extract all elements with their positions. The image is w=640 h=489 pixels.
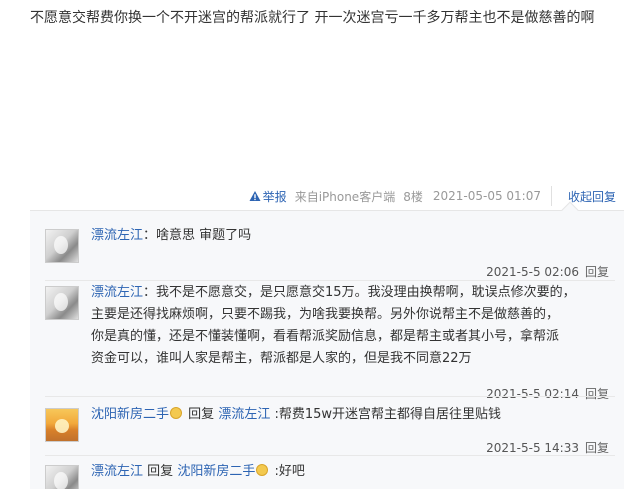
reply-item: 沈阳新房二手 回复 漂流左江 :帮费15w开迷宫帮主都得自居往里贴钱 2021-…: [45, 404, 615, 462]
reply-content: 漂流左江：我不是不愿意交，是只愿意交15万。我没理由换帮啊，耽误点修次要的， 主…: [91, 282, 611, 370]
avatar[interactable]: [45, 286, 79, 320]
reply-text-line: 我不是不愿意交，是只愿意交15万。我没理由换帮啊，耽误点修次要的，: [156, 285, 576, 300]
reply-meta: 2021-5-5 02:14 回复: [486, 383, 609, 405]
report-label: 举报: [262, 189, 287, 204]
reply-text-line: 资金可以，谁叫人家是帮主，帮派都是人家的，但是我不同意22万: [91, 351, 472, 366]
tail-divider: [550, 186, 552, 206]
reply-item: 漂流左江：啥意思 审题了吗 2021-5-5 02:06 回复: [45, 225, 615, 285]
reply-target-username[interactable]: 沈阳新房二手: [177, 464, 255, 479]
reply-content: 沈阳新房二手 回复 漂流左江 :帮费15w开迷宫帮主都得自居往里贴钱: [91, 404, 611, 426]
reply-list: 漂流左江：啥意思 审题了吗 2021-5-5 02:06 回复 漂流左江：我不是不…: [30, 201, 624, 489]
reply-time: 2021-5-5 02:06: [486, 265, 579, 279]
warning-triangle-icon: [249, 190, 261, 202]
avatar[interactable]: [45, 229, 79, 263]
reply-text: :帮费15w开迷宫帮主都得自居往里贴钱: [274, 407, 502, 422]
reply-username[interactable]: 漂流左江: [91, 285, 143, 300]
report-button[interactable]: 举报: [249, 188, 287, 205]
reply-item: 漂流左江：我不是不愿意交，是只愿意交15万。我没理由换帮啊，耽误点修次要的， 主…: [45, 282, 615, 401]
reply-item: 漂流左江 回复 沈阳新房二手 :好吧: [45, 461, 615, 489]
reply-username[interactable]: 漂流左江: [91, 228, 143, 243]
smiley-emoji-icon: [256, 464, 269, 476]
colon: ：: [143, 285, 157, 300]
collapse-replies-button[interactable]: 收起回复: [568, 188, 616, 205]
reply-content: 漂流左江 回复 沈阳新房二手 :好吧: [91, 461, 611, 483]
post-tail-bar: 举报 来自iPhone客户端 8楼 2021-05-05 01:07 收起回复: [249, 185, 616, 207]
reply-time: 2021-5-5 14:33: [486, 441, 579, 455]
reply-divider: [45, 280, 615, 281]
reply-text: 啥意思 审题了吗: [156, 228, 252, 243]
reply-time: 2021-5-5 02:14: [486, 387, 579, 401]
reply-text-line: 主要是还得找麻烦啊，只要不踢我，为啥我要换帮。另外你说帮主不是做慈善的，: [91, 307, 560, 322]
avatar[interactable]: [45, 465, 79, 489]
reply-text-line: 你是真的懂，还是不懂装懂啊，看看帮派奖励信息，都是帮主或者其小号，拿帮派: [91, 329, 560, 344]
reply-username[interactable]: 漂流左江: [91, 464, 143, 479]
floor-number: 8楼: [403, 189, 423, 204]
avatar[interactable]: [45, 408, 79, 442]
colon: ：: [143, 228, 157, 243]
reply-content: 漂流左江：啥意思 审题了吗: [91, 225, 611, 247]
reply-username[interactable]: 沈阳新房二手: [91, 407, 169, 422]
reply-button[interactable]: 回复: [585, 265, 609, 279]
reply-divider: [45, 455, 615, 456]
post-content: 不愿意交帮费你换一个不开迷宫的帮派就行了 开一次迷宫亏一千多万帮主也不是做慈善的…: [30, 10, 595, 26]
reply-button[interactable]: 回复: [585, 387, 609, 401]
reply-button[interactable]: 回复: [585, 441, 609, 455]
reply-word: 回复: [147, 464, 174, 479]
reply-target-username[interactable]: 漂流左江: [218, 407, 270, 422]
device-source: 来自iPhone客户端: [294, 189, 396, 204]
reply-divider: [45, 396, 615, 397]
reply-text: :好吧: [274, 464, 305, 479]
reply-word: 回复: [188, 407, 215, 422]
smiley-emoji-icon: [170, 407, 183, 419]
post-time: 2021-05-05 01:07: [432, 189, 541, 203]
